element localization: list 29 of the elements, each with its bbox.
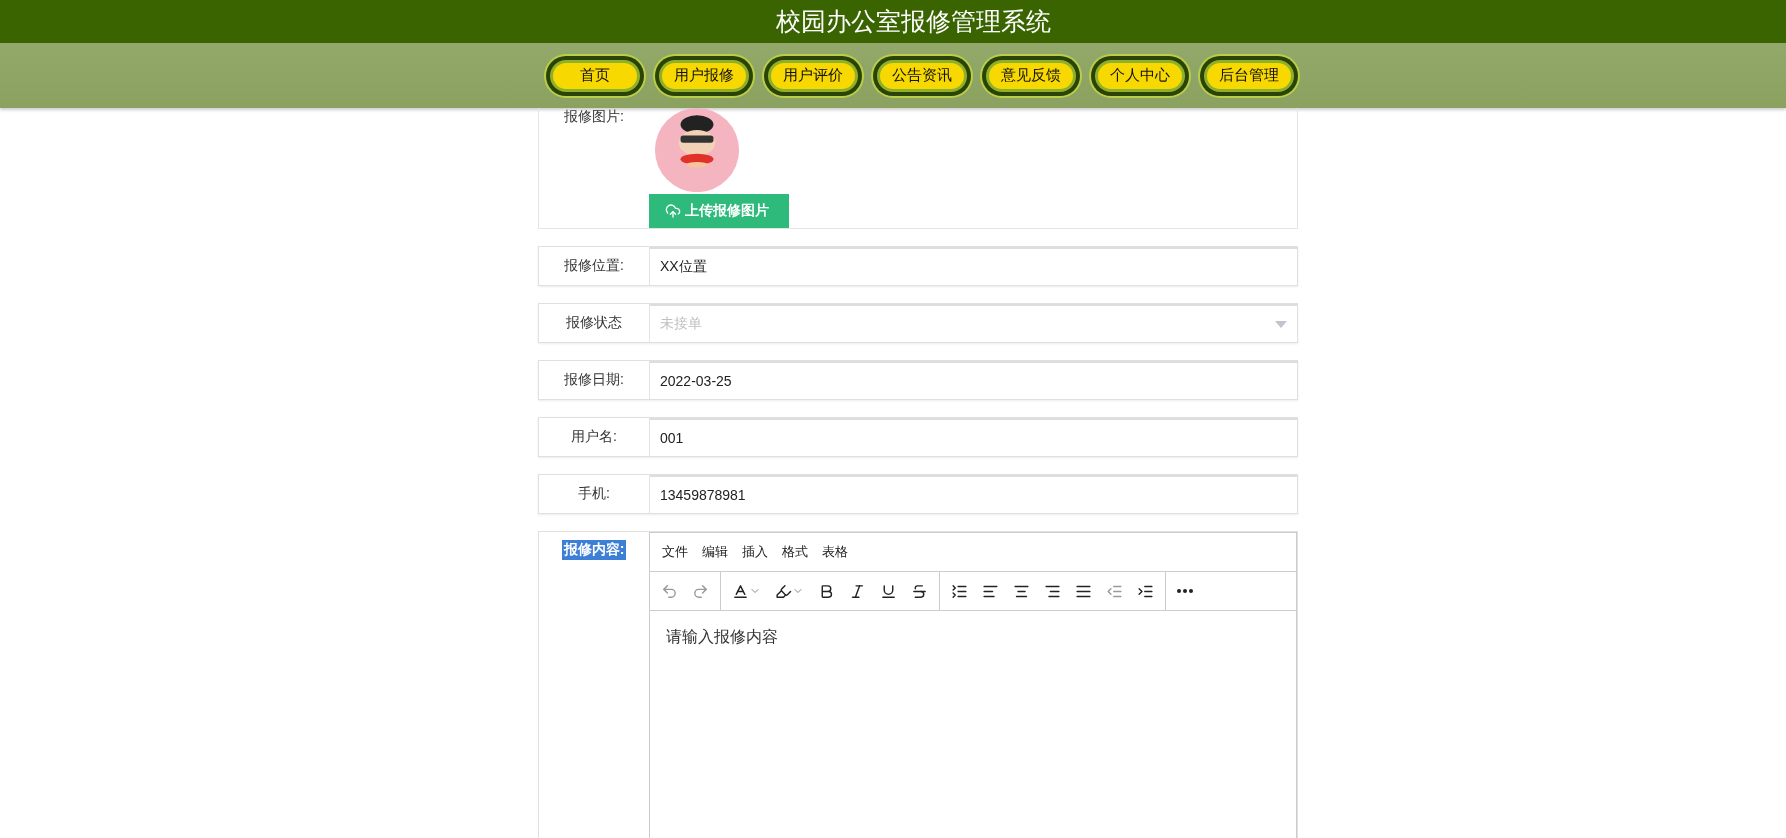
italic-icon (849, 582, 866, 600)
editor-text-area[interactable]: 请输入报修内容 (650, 611, 1296, 838)
menu-item[interactable]: 插入 (736, 539, 774, 565)
input-field[interactable]: XX位置 (650, 247, 1297, 285)
app-title: 校园办公室报修管理系统 (775, 6, 1051, 38)
menu-item[interactable]: 格式 (776, 539, 814, 565)
field-label: 报修内容: (561, 540, 627, 560)
input-field[interactable]: 13459878981 (650, 475, 1297, 513)
underline-icon (880, 582, 897, 600)
menu-item[interactable]: 编辑 (696, 539, 734, 565)
input-field[interactable]: 2022-03-25 (650, 361, 1297, 399)
menu-item[interactable]: 文件 (656, 539, 694, 565)
undo-icon (661, 582, 678, 600)
strikethrough-icon (911, 582, 928, 600)
menu-item[interactable]: 表格 (816, 539, 854, 565)
field-label: 报修状态 (539, 304, 650, 342)
field-label: 手机: (539, 475, 650, 513)
line-height-icon (951, 582, 968, 600)
redo-icon (692, 582, 709, 600)
field-label: 报修日期: (539, 361, 650, 399)
dropdown-icon (1275, 320, 1287, 328)
text-color-icon (732, 582, 749, 600)
input-field[interactable]: 001 (650, 418, 1297, 456)
field-label: 报修图片: (564, 108, 624, 124)
field-label: 报修位置: (539, 247, 650, 285)
highlight-icon (775, 582, 792, 600)
more-icon (1177, 589, 1193, 593)
upload-icon (665, 203, 681, 220)
field-label: 用户名: (539, 418, 650, 456)
